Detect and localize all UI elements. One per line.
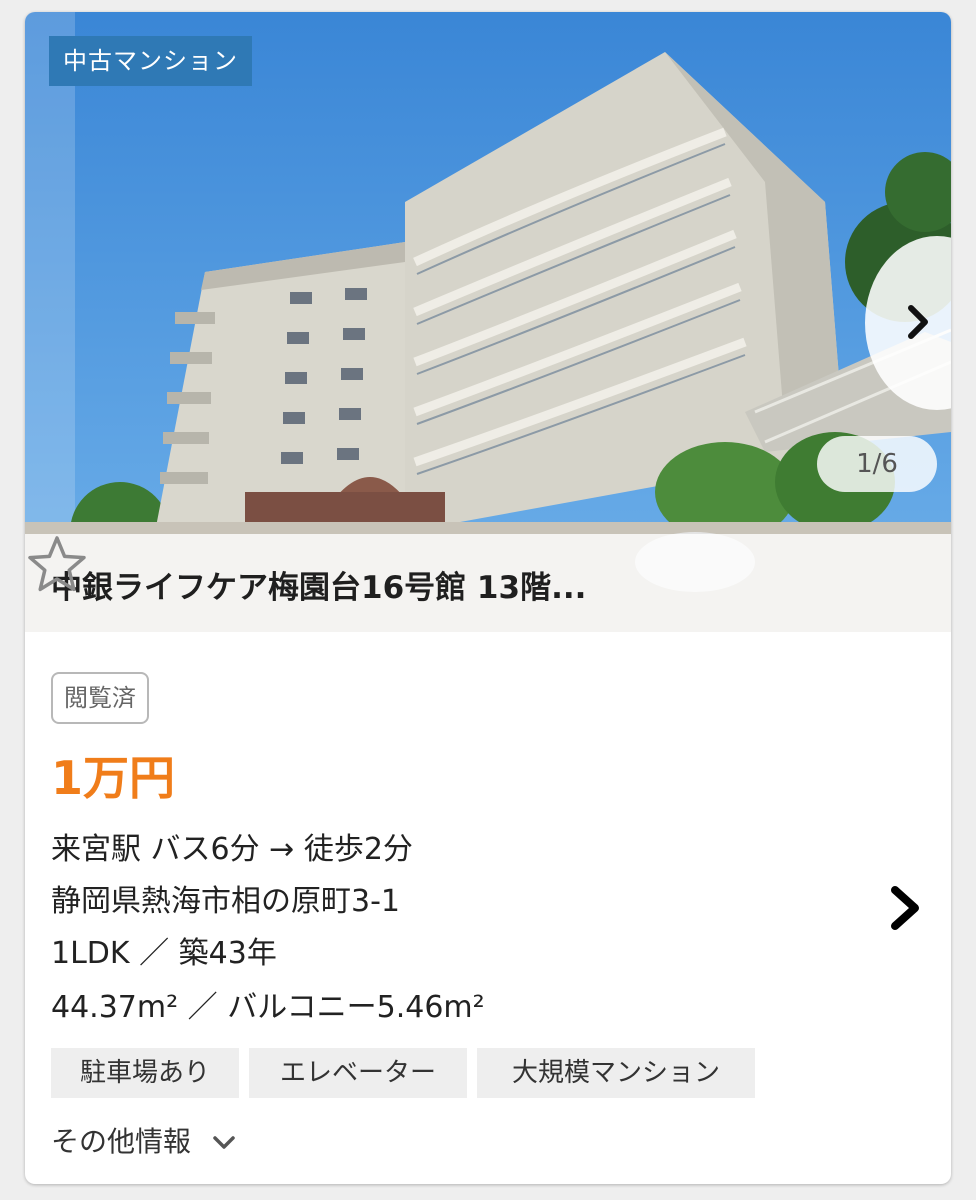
- layout-and-age: 1LDK ／ 築43年: [51, 936, 277, 971]
- chevron-down-icon: [213, 1136, 235, 1149]
- photo-counter: 1/6: [817, 436, 937, 492]
- area: 44.37m² ／ バルコニー5.46m²: [51, 990, 485, 1025]
- property-title[interactable]: 中銀ライフケア梅園台16号館 13階...: [51, 562, 586, 607]
- station-access: 来宮駅 バス6分 → 徒歩2分: [51, 832, 413, 867]
- more-info-toggle[interactable]: その他情報: [51, 1120, 236, 1160]
- title-band: 中銀ライフケア梅園台16号館 13階...: [25, 534, 951, 632]
- viewed-badge: 閲覧済: [51, 672, 149, 724]
- property-type-badge: 中古マンション: [49, 36, 252, 86]
- tag: エレベーター: [249, 1048, 467, 1098]
- price: 1万円: [51, 751, 176, 805]
- tag: 大規模マンション: [477, 1048, 755, 1098]
- property-card[interactable]: 中古マンション 1/6 中銀ライフケア梅園台16号館 13階... 閲覧済 1万…: [25, 12, 951, 1184]
- tag: 駐車場あり: [51, 1048, 239, 1098]
- more-info-label: その他情報: [51, 1125, 192, 1158]
- star-outline-icon[interactable]: [25, 534, 89, 596]
- property-photo[interactable]: 中古マンション 1/6 中銀ライフケア梅園台16号館 13階...: [25, 12, 951, 632]
- chevron-right-icon[interactable]: [887, 882, 923, 934]
- chevron-right-icon: [908, 305, 928, 339]
- address: 静岡県熱海市相の原町3-1: [51, 884, 400, 919]
